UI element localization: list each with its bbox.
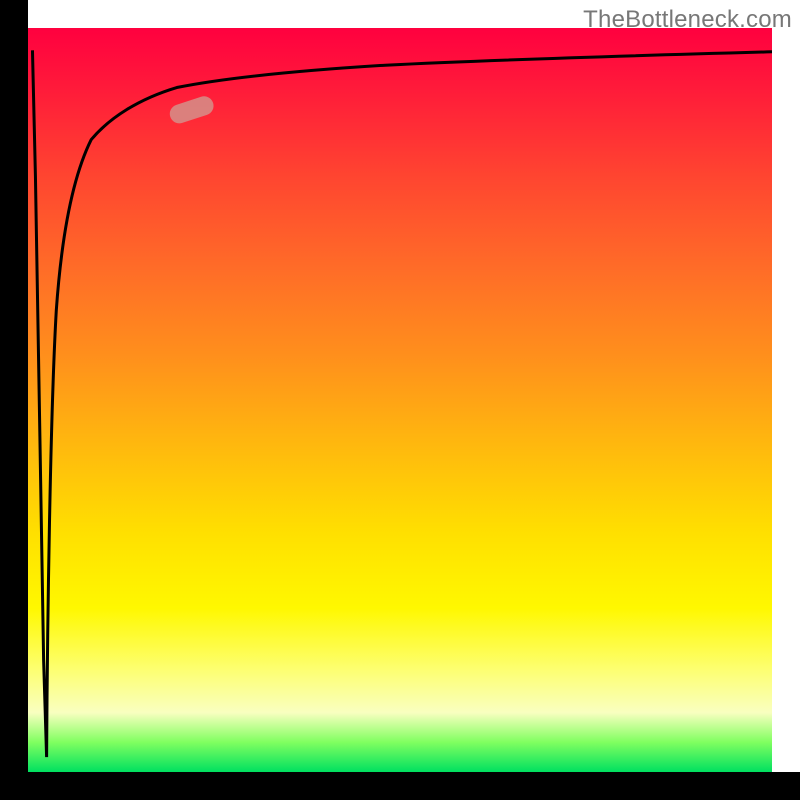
bottleneck-chart: TheBottleneck.com (0, 0, 800, 800)
watermark-label: TheBottleneck.com (583, 6, 792, 34)
y-axis-bar (0, 0, 28, 800)
x-axis-bar (0, 772, 800, 800)
plot-gradient-area (28, 28, 772, 772)
